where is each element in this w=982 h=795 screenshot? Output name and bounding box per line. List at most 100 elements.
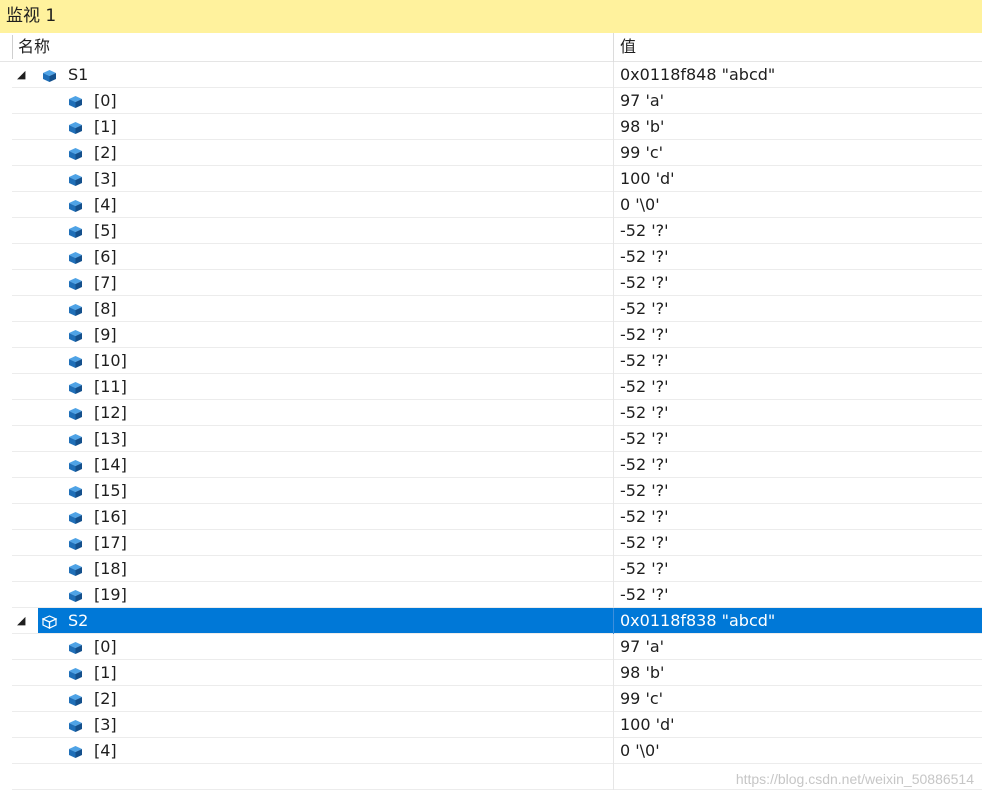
row-value[interactable]: -52 '?' (620, 348, 669, 374)
element-row[interactable]: [3] 100 'd' (0, 166, 982, 192)
element-row[interactable]: [8] -52 '?' (0, 296, 982, 322)
column-divider (613, 426, 614, 452)
row-value[interactable]: 100 'd' (620, 712, 675, 738)
row-value[interactable]: 97 'a' (620, 88, 664, 114)
row-name: S1 (68, 65, 89, 84)
window-title-text: 监视 1 (6, 6, 57, 26)
variable-cube-icon (68, 510, 83, 524)
column-header-name[interactable]: 名称 (18, 33, 50, 61)
row-value[interactable]: 98 'b' (620, 114, 664, 140)
row-name: [1] (94, 117, 117, 136)
element-row[interactable]: [5] -52 '?' (0, 218, 982, 244)
element-row[interactable]: [4] 0 '\0' (0, 738, 982, 764)
element-row[interactable]: [9] -52 '?' (0, 322, 982, 348)
row-value[interactable]: 100 'd' (620, 166, 675, 192)
watch-rows: ◢ S1 0x0118f848 "abcd" [0] 97 'a' [1] 98 'b' [2… (0, 62, 982, 790)
element-row[interactable]: [10] -52 '?' (0, 348, 982, 374)
element-row[interactable]: [2] 99 'c' (0, 686, 982, 712)
variable-cube-icon (68, 354, 83, 368)
row-value[interactable]: -52 '?' (620, 244, 669, 270)
variable-row[interactable]: ◢ S2 0x0118f838 "abcd" (0, 608, 982, 634)
row-value[interactable]: 0 '\0' (620, 192, 660, 218)
column-divider (613, 712, 614, 738)
watch-window-title: 监视 1 (0, 0, 982, 33)
variable-cube-icon (68, 172, 83, 186)
row-name: S2 (68, 611, 89, 630)
column-header-value[interactable]: 值 (620, 33, 636, 61)
row-value[interactable]: 99 'c' (620, 686, 663, 712)
row-value[interactable]: -52 '?' (620, 530, 669, 556)
element-row[interactable]: [12] -52 '?' (0, 400, 982, 426)
row-value[interactable]: -52 '?' (620, 556, 669, 582)
row-name: [16] (94, 507, 127, 526)
row-value[interactable]: 97 'a' (620, 634, 664, 660)
row-name: [10] (94, 351, 127, 370)
row-value[interactable]: -52 '?' (620, 400, 669, 426)
variable-cube-icon (68, 120, 83, 134)
expand-collapse-icon[interactable]: ◢ (17, 615, 29, 627)
variable-cube-icon (68, 588, 83, 602)
variable-cube-icon (68, 328, 83, 342)
variable-cube-icon (68, 744, 83, 758)
element-row[interactable]: [4] 0 '\0' (0, 192, 982, 218)
element-row[interactable]: [16] -52 '?' (0, 504, 982, 530)
variable-cube-icon (68, 718, 83, 732)
element-row[interactable]: [13] -52 '?' (0, 426, 982, 452)
variable-cube-icon (68, 536, 83, 550)
row-name: [15] (94, 481, 127, 500)
element-row[interactable]: [18] -52 '?' (0, 556, 982, 582)
row-value[interactable]: -52 '?' (620, 322, 669, 348)
element-row[interactable]: [0] 97 'a' (0, 634, 982, 660)
variable-row[interactable]: ◢ S1 0x0118f848 "abcd" (0, 62, 982, 88)
variable-cube-icon (41, 614, 58, 629)
column-divider (613, 452, 614, 478)
row-value[interactable]: -52 '?' (620, 582, 669, 608)
row-name: [4] (94, 195, 117, 214)
row-value[interactable]: 98 'b' (620, 660, 664, 686)
column-divider (613, 400, 614, 426)
row-value[interactable]: -52 '?' (620, 374, 669, 400)
variable-cube-icon (68, 380, 83, 394)
row-value[interactable]: 99 'c' (620, 140, 663, 166)
row-name: [12] (94, 403, 127, 422)
variable-cube-icon (68, 406, 83, 420)
row-name: [0] (94, 637, 117, 656)
row-name: [13] (94, 429, 127, 448)
variable-cube-icon (68, 94, 83, 108)
element-row[interactable]: [14] -52 '?' (0, 452, 982, 478)
element-row[interactable]: [1] 98 'b' (0, 114, 982, 140)
element-row[interactable]: [2] 99 'c' (0, 140, 982, 166)
variable-cube-icon (68, 302, 83, 316)
element-row[interactable]: [17] -52 '?' (0, 530, 982, 556)
variable-cube-icon (68, 562, 83, 576)
element-row[interactable]: [1] 98 'b' (0, 660, 982, 686)
column-resize-handle[interactable] (613, 33, 614, 62)
variable-cube-icon (68, 146, 83, 160)
row-value[interactable]: 0 '\0' (620, 738, 660, 764)
row-value[interactable]: -52 '?' (620, 296, 669, 322)
row-gridline (12, 789, 982, 790)
element-row[interactable]: [19] -52 '?' (0, 582, 982, 608)
row-name: [6] (94, 247, 117, 266)
column-divider (613, 88, 614, 114)
row-value[interactable]: 0x0118f838 "abcd" (620, 608, 775, 634)
element-row[interactable]: [0] 97 'a' (0, 88, 982, 114)
row-value[interactable]: 0x0118f848 "abcd" (620, 62, 775, 88)
variable-cube-icon (68, 432, 83, 446)
row-value[interactable]: -52 '?' (620, 478, 669, 504)
element-row[interactable]: [6] -52 '?' (0, 244, 982, 270)
row-value[interactable]: -52 '?' (620, 426, 669, 452)
expand-collapse-icon[interactable]: ◢ (17, 69, 29, 81)
column-divider (613, 686, 614, 712)
element-row[interactable]: [7] -52 '?' (0, 270, 982, 296)
element-row[interactable]: [3] 100 'd' (0, 712, 982, 738)
column-divider (613, 738, 614, 764)
watch-grid: 名称 值 ◢ S1 0x0118f848 "abcd" [0] 97 'a' [1] 98 … (0, 33, 982, 795)
row-value[interactable]: -52 '?' (620, 452, 669, 478)
element-row[interactable]: [15] -52 '?' (0, 478, 982, 504)
element-row[interactable]: [11] -52 '?' (0, 374, 982, 400)
row-value[interactable]: -52 '?' (620, 270, 669, 296)
row-value[interactable]: -52 '?' (620, 218, 669, 244)
row-value[interactable]: -52 '?' (620, 504, 669, 530)
column-header: 名称 值 (0, 33, 982, 62)
